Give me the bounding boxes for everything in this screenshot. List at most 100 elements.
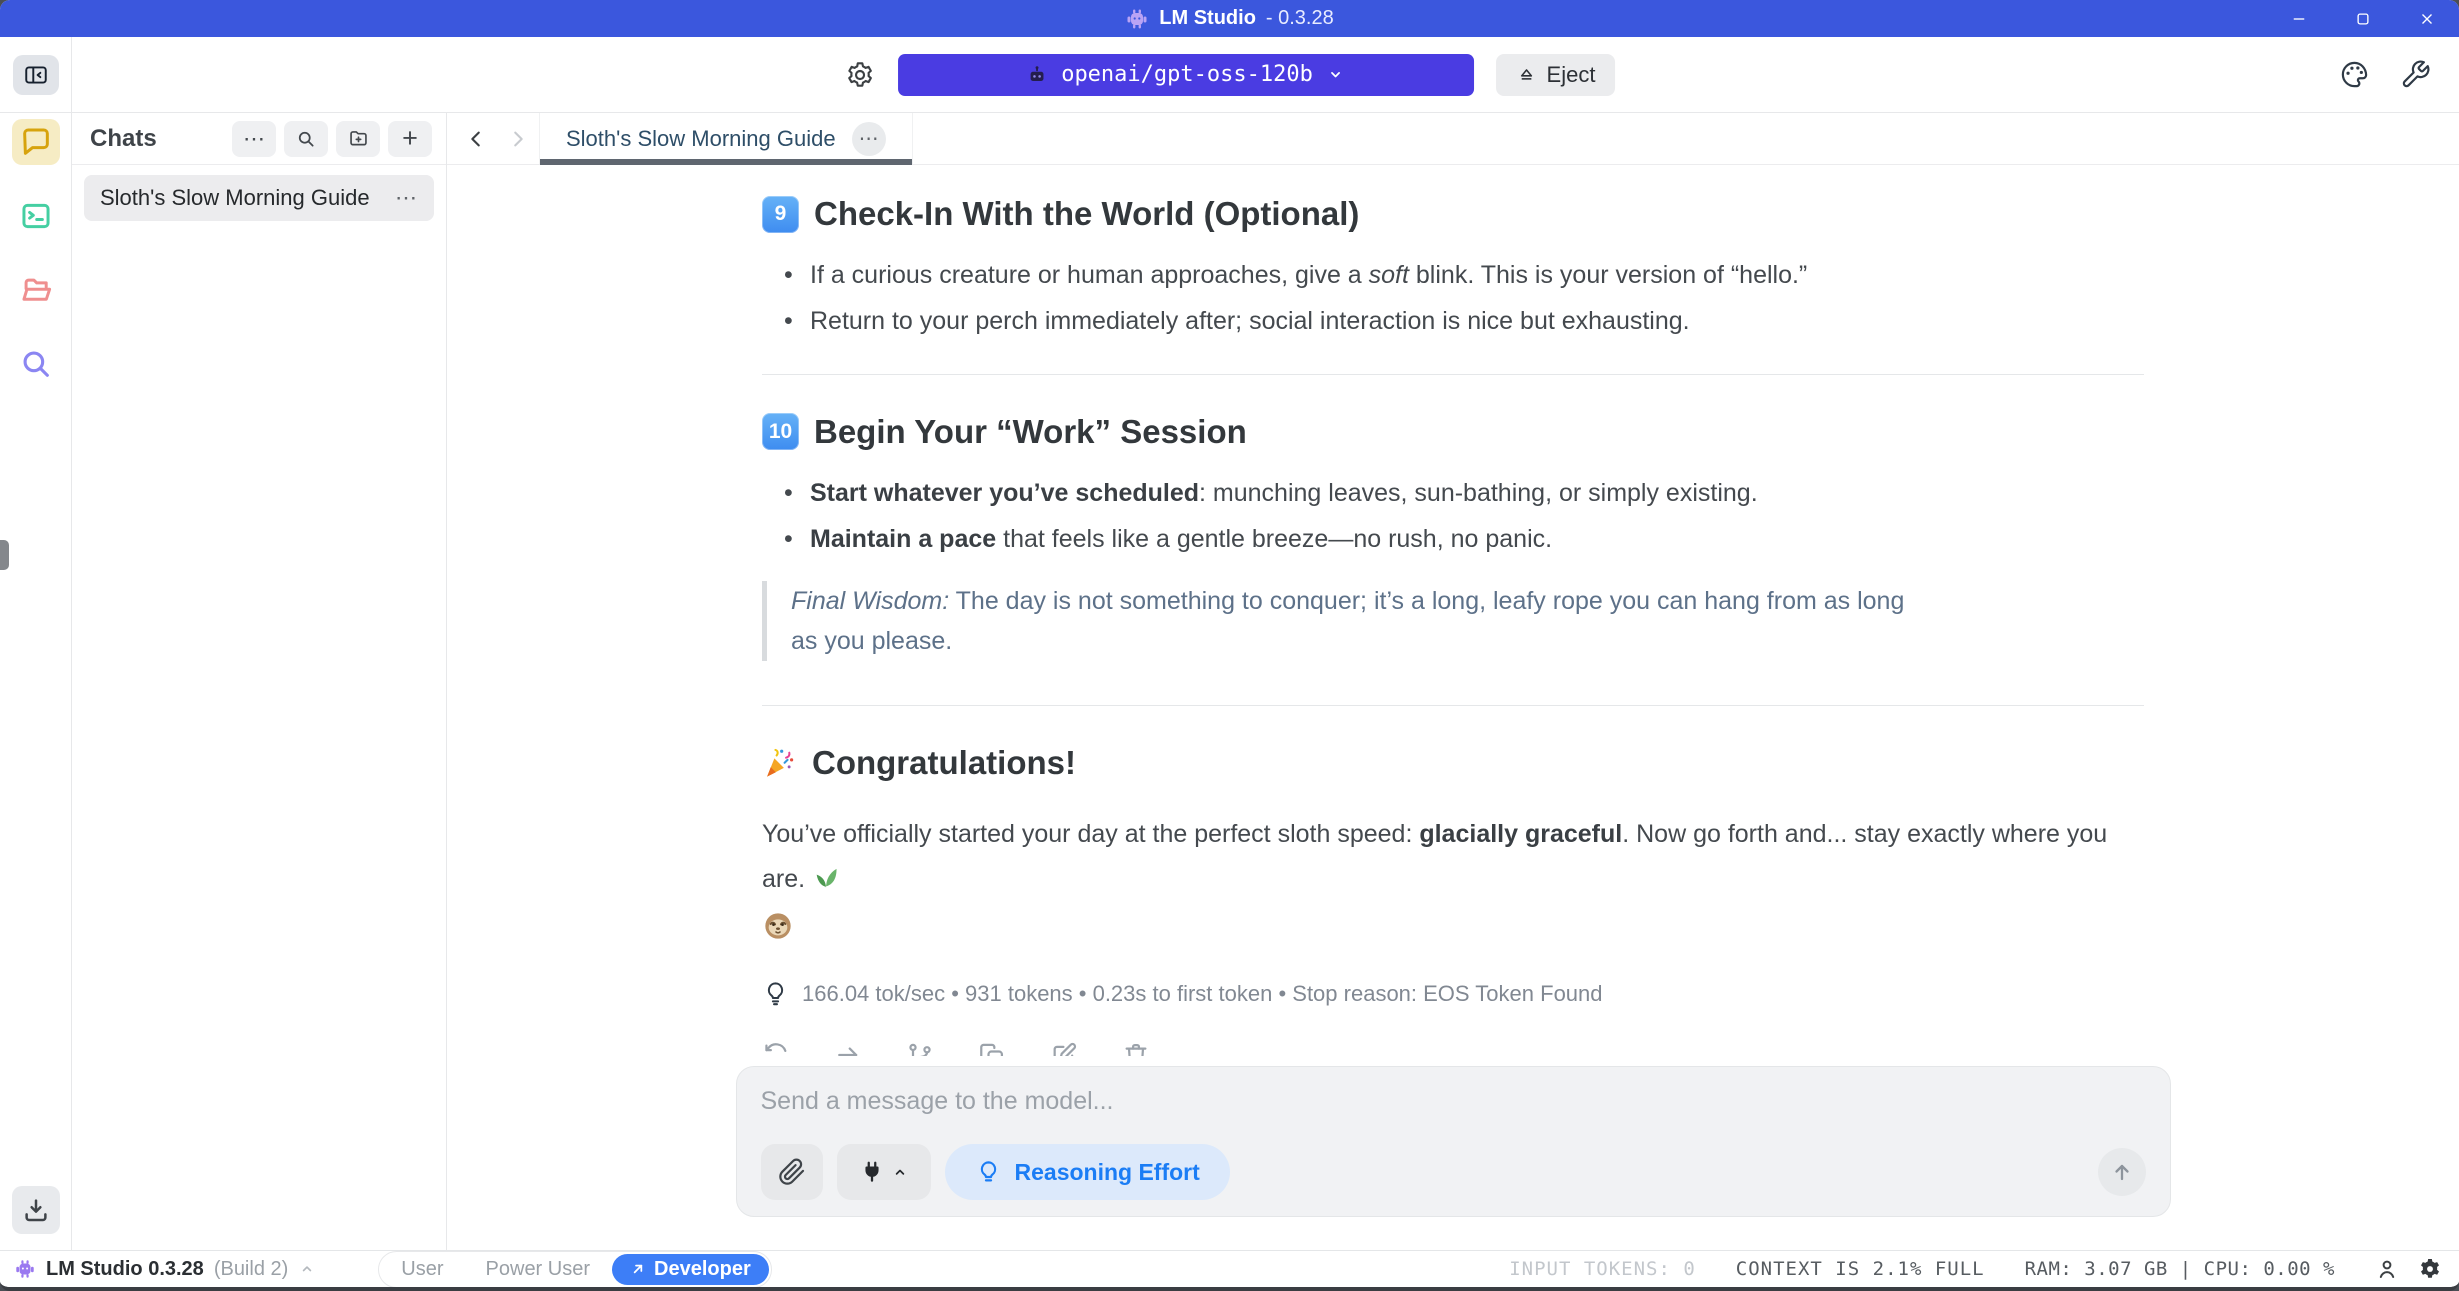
mode-developer[interactable]: Developer [612, 1254, 769, 1285]
app-title: LM Studio [1159, 7, 1256, 30]
keycap-9-emoji: 9 [762, 196, 799, 233]
model-name: openai/gpt-oss-120b [1061, 62, 1313, 87]
statusbar-left: LM Studio 0.3.28 (Build 2) [14, 1258, 316, 1281]
bullet-item: Start whatever you’ve scheduled: munchin… [776, 475, 2144, 511]
main-area: Chats ⋯ + Sloth's Slow Morning Guide ⋯ [0, 113, 2459, 1250]
close-button[interactable] [2395, 0, 2459, 37]
eject-icon [1516, 64, 1537, 85]
plug-icon [859, 1159, 885, 1185]
edit-icon[interactable] [1050, 1041, 1078, 1056]
user-mode-selector: User Power User Developer [378, 1251, 771, 1288]
new-folder-button[interactable] [336, 121, 380, 157]
app-window: LM Studio - 0.3.28 [0, 0, 2459, 1291]
minimize-button[interactable] [2267, 0, 2331, 37]
mode-power-user[interactable]: Power User [466, 1255, 610, 1284]
settings-gear-icon[interactable] [844, 59, 876, 91]
reasoning-effort-button[interactable]: Reasoning Effort [945, 1144, 1230, 1200]
bullet-item: Return to your perch immediately after; … [776, 303, 2144, 339]
downloads-button[interactable] [12, 1186, 60, 1234]
composer-controls: Reasoning Effort [761, 1144, 2146, 1200]
window-controls [2267, 0, 2459, 37]
theme-palette-icon[interactable] [2339, 59, 2370, 90]
nav-developer-terminal-button[interactable] [12, 193, 60, 239]
model-selector[interactable]: openai/gpt-oss-120b [898, 54, 1474, 96]
new-chat-button[interactable]: + [388, 121, 432, 157]
work-bullet-list: Start whatever you’ve scheduled: munchin… [762, 475, 2144, 558]
content-area: Sloth's Slow Morning Guide ⋯ 9 Check-In … [447, 113, 2459, 1250]
nav-forward-button[interactable] [497, 113, 539, 164]
tabbar: Sloth's Slow Morning Guide ⋯ [447, 113, 2459, 165]
nav-back-button[interactable] [455, 113, 497, 164]
divider [762, 374, 2144, 375]
heading-check-in: 9 Check-In With the World (Optional) [762, 195, 2144, 233]
send-message-button[interactable] [2098, 1148, 2146, 1196]
generation-stats: 166.04 tok/sec • 931 tokens • 0.23s to f… [762, 980, 2144, 1007]
tab-label: Sloth's Slow Morning Guide [566, 126, 836, 152]
lmstudio-logo-icon [14, 1258, 36, 1280]
chat-list-item[interactable]: Sloth's Slow Morning Guide ⋯ [84, 175, 434, 221]
chat-item-label: Sloth's Slow Morning Guide [100, 185, 370, 211]
tab-active-chat[interactable]: Sloth's Slow Morning Guide ⋯ [539, 113, 913, 164]
chat-item-menu-icon[interactable]: ⋯ [395, 185, 418, 211]
attach-file-button[interactable] [761, 1144, 823, 1200]
check-in-bullet-list: If a curious creature or human approache… [762, 257, 2144, 340]
lightbulb-icon [762, 980, 789, 1007]
rail-top-cell [0, 37, 72, 112]
robot-icon [1026, 64, 1048, 86]
keycap-10-emoji: 10 [762, 413, 799, 450]
nav-discover-search-button[interactable] [12, 341, 60, 387]
bullet-item: If a curious creature or human approache… [776, 257, 2144, 293]
eject-label: Eject [1547, 62, 1596, 88]
message-input[interactable] [761, 1087, 2146, 1116]
herb-emoji [812, 863, 840, 891]
chats-list: Sloth's Slow Morning Guide ⋯ [72, 165, 446, 231]
ram-cpu-label[interactable]: RAM: 3.07 GB | CPU: 0.00 % [2025, 1258, 2335, 1280]
divider [762, 705, 2144, 706]
mode-user[interactable]: User [381, 1255, 463, 1284]
statusbar-app-version[interactable]: LM Studio 0.3.28 [46, 1258, 204, 1281]
statusbar-right: INPUT TOKENS: 0 CONTEXT IS 2.1% FULL RAM… [1509, 1256, 2443, 1282]
arrow-up-right-icon [630, 1261, 646, 1277]
devtools-wrench-icon[interactable] [2400, 59, 2431, 90]
edge-flyout-handle[interactable] [0, 540, 9, 570]
delete-trash-icon[interactable] [1122, 1041, 1150, 1056]
chevron-up-icon[interactable] [298, 1260, 316, 1278]
chats-header: Chats ⋯ + [72, 113, 446, 165]
toolbar: openai/gpt-oss-120b Eject [0, 37, 2459, 113]
input-tokens-label: INPUT TOKENS: 0 [1509, 1258, 1696, 1280]
heading-work-session: 10 Begin Your “Work” Session [762, 413, 2144, 451]
settings-gear-icon[interactable] [2417, 1256, 2443, 1282]
statusbar-build: (Build 2) [214, 1258, 288, 1281]
heading-congratulations: Congratulations! [762, 744, 2144, 782]
plugin-button[interactable] [837, 1144, 931, 1200]
sloth-emoji [762, 910, 2144, 942]
chat-transcript: 9 Check-In With the World (Optional) If … [447, 165, 2459, 1056]
nav-chat-button[interactable] [12, 119, 60, 165]
titlebar-title: LM Studio - 0.3.28 [1125, 7, 1333, 31]
eject-button[interactable]: Eject [1496, 54, 1616, 96]
nav-models-folder-button[interactable] [12, 267, 60, 313]
sidebar-toggle-button[interactable] [13, 55, 59, 95]
chats-menu-button[interactable]: ⋯ [232, 121, 276, 157]
chats-search-button[interactable] [284, 121, 328, 157]
lightbulb-icon [975, 1159, 1002, 1186]
context-usage-label[interactable]: CONTEXT IS 2.1% FULL [1736, 1258, 1985, 1280]
toolbar-center: openai/gpt-oss-120b Eject [844, 54, 1616, 96]
chats-title: Chats [90, 125, 157, 153]
branch-icon[interactable] [906, 1041, 934, 1056]
reasoning-effort-label: Reasoning Effort [1015, 1159, 1200, 1186]
chevron-up-icon [891, 1163, 909, 1181]
titlebar: LM Studio - 0.3.28 [0, 0, 2459, 37]
regenerate-icon[interactable] [762, 1041, 790, 1056]
user-profile-icon[interactable] [2375, 1257, 2399, 1281]
copy-icon[interactable] [978, 1041, 1006, 1056]
toolbar-right [2339, 59, 2431, 90]
party-popper-emoji [762, 746, 797, 781]
tab-menu-button[interactable]: ⋯ [852, 122, 886, 156]
continue-arrow-icon[interactable] [834, 1041, 862, 1056]
bullet-item: Maintain a pace that feels like a gentle… [776, 521, 2144, 557]
chevron-down-icon [1326, 65, 1345, 84]
statusbar: LM Studio 0.3.28 (Build 2) User Power Us… [0, 1250, 2459, 1287]
left-rail [0, 113, 72, 1250]
maximize-button[interactable] [2331, 0, 2395, 37]
